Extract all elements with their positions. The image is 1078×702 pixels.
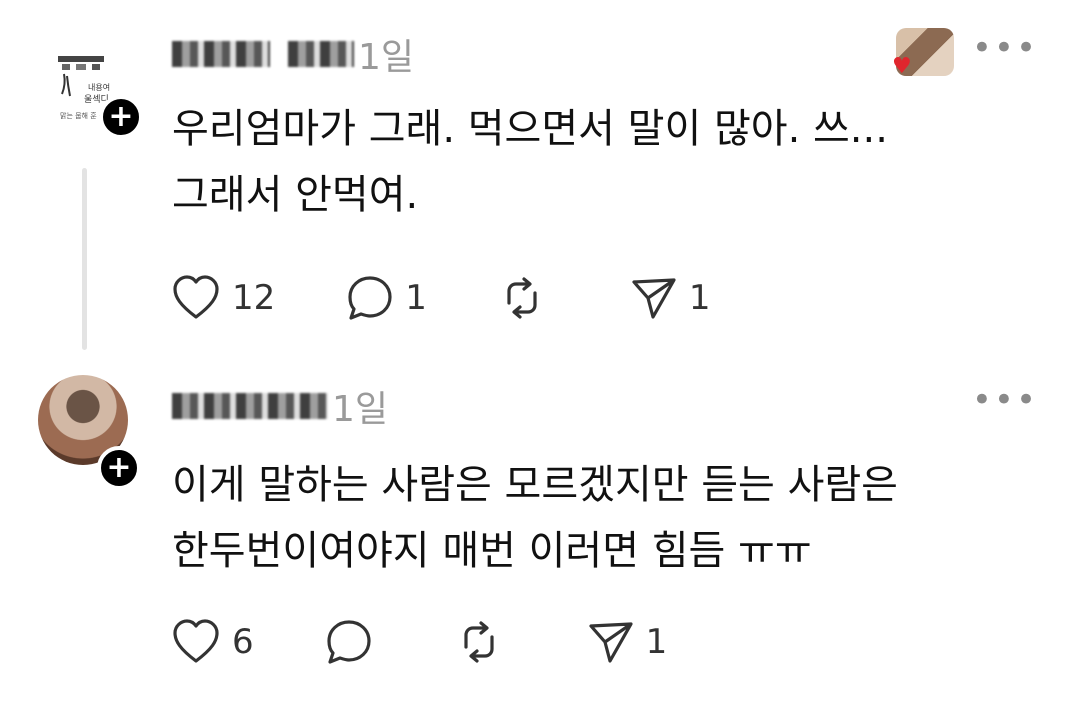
- post-text: 우리엄마가 그래. 먹으면서 말이 많아. 쓰... 그래서 안먹여.: [172, 106, 888, 218]
- post: 내용여 울섹디 맑는 뭅해 훈 놀… + 1일 ♥ ••• 우리엄마가 그래. …: [0, 0, 1078, 360]
- svg-text:내용여: 내용여: [88, 82, 110, 92]
- repost-icon: [464, 621, 494, 663]
- like-count: 6: [232, 622, 254, 662]
- post-time: 1일: [332, 389, 389, 430]
- heart-icon: ♥: [892, 54, 912, 79]
- action-bar: 6 1: [170, 614, 667, 670]
- username-redacted[interactable]: [172, 41, 270, 67]
- post: + 1일 ••• 이게 말하는 사람은 모르겠지만 듣는 사람은 한두번이여야지…: [0, 360, 1078, 702]
- heart-outline-icon: [173, 275, 219, 319]
- reply-avatar-thumb[interactable]: ♥: [892, 28, 954, 78]
- repost-button[interactable]: [497, 270, 557, 326]
- like-count: 12: [232, 278, 276, 318]
- send-icon: [589, 622, 633, 663]
- username-redacted[interactable]: [172, 393, 328, 419]
- reply-button[interactable]: 1: [345, 270, 427, 326]
- plus-icon: +: [106, 450, 132, 485]
- thread-line: [82, 168, 87, 350]
- like-button[interactable]: 12: [170, 270, 275, 326]
- action-bar: 12 1 1: [170, 270, 711, 326]
- post-text: 이게 말하는 사람은 모르겠지만 듣는 사람은 한두번이여야지 매번 이러면 힘…: [172, 462, 898, 574]
- plus-icon: +: [108, 99, 134, 134]
- reply-button[interactable]: [324, 614, 384, 670]
- more-options-button[interactable]: •••: [972, 383, 1038, 417]
- send-icon: [632, 278, 676, 319]
- comment-icon: [348, 276, 392, 320]
- share-count: 1: [688, 278, 711, 318]
- reply-count: 1: [405, 278, 427, 318]
- username-row: 1일: [172, 34, 414, 78]
- heart-outline-icon: [173, 619, 219, 663]
- share-button[interactable]: 1: [629, 270, 711, 326]
- follow-button[interactable]: +: [97, 446, 141, 490]
- more-options-button[interactable]: •••: [972, 31, 1038, 65]
- share-count: 1: [645, 622, 668, 662]
- repost-icon: [507, 277, 537, 319]
- share-button[interactable]: 1: [586, 614, 668, 670]
- username-row: 1일: [172, 386, 388, 430]
- username-redacted-2: [288, 41, 354, 67]
- repost-button[interactable]: [454, 614, 514, 670]
- post-time: 1일: [358, 37, 415, 78]
- comment-icon: [327, 620, 371, 664]
- follow-button[interactable]: +: [99, 95, 143, 139]
- like-button[interactable]: 6: [170, 614, 254, 670]
